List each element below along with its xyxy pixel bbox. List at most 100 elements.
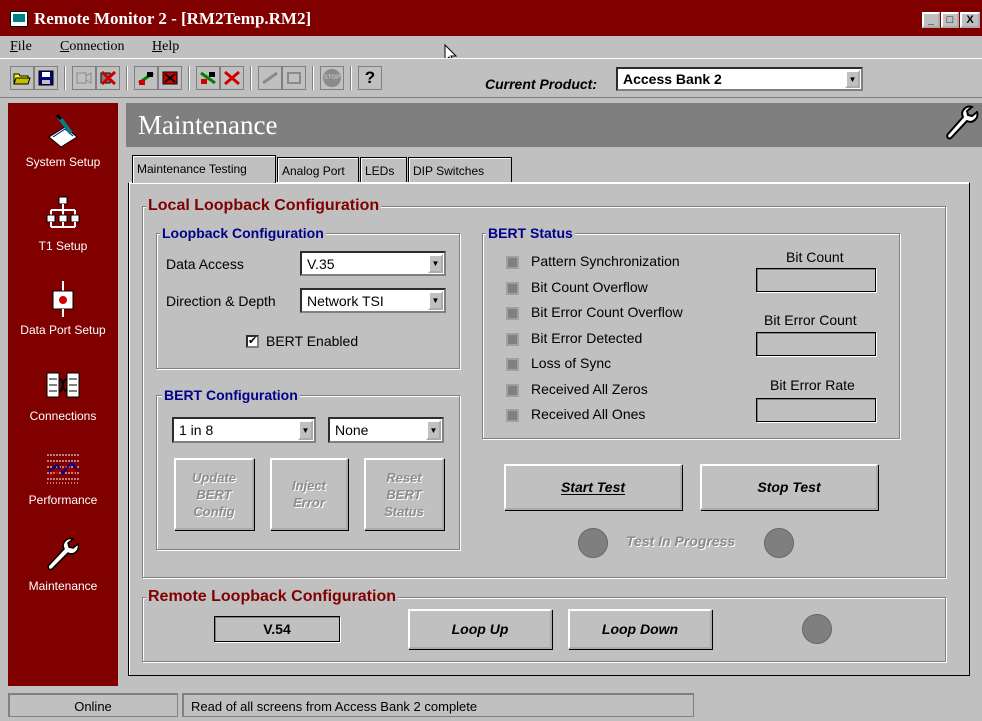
network-tree-icon	[43, 195, 83, 235]
remote-loopback-led	[802, 614, 832, 644]
disabled-receive-icon[interactable]	[282, 66, 306, 90]
chevron-down-icon[interactable]: ▼	[428, 291, 443, 310]
bert-indicator-label: Pattern Synchronization	[531, 253, 680, 269]
close-button[interactable]: X	[960, 12, 980, 28]
chevron-down-icon[interactable]: ▼	[426, 420, 441, 440]
local-loopback-title: Local Loopback Configuration	[146, 197, 382, 215]
sidebar-item-t1-setup[interactable]: T1 Setup	[8, 195, 118, 253]
loop-up-button[interactable]: Loop Up	[408, 609, 552, 649]
maximize-button[interactable]: □	[941, 12, 959, 28]
current-product-select[interactable]: Access Bank 2 ▼	[616, 67, 863, 91]
test-progress-led-right	[764, 528, 794, 558]
menu-help[interactable]: Help	[152, 39, 179, 55]
window-title: Remote Monitor 2 - [RM2Temp.RM2]	[34, 9, 312, 28]
tab-leds[interactable]: LEDs	[360, 157, 407, 182]
chevron-down-icon[interactable]: ▼	[428, 254, 443, 273]
bit-count-field	[756, 268, 876, 292]
bert-indicator-led	[506, 307, 519, 320]
connections-icon	[43, 365, 83, 405]
tab-analog-port[interactable]: Analog Port	[277, 157, 359, 182]
status-message: Read of all screens from Access Bank 2 c…	[182, 693, 694, 717]
direction-depth-select[interactable]: Network TSI ▼	[300, 288, 446, 313]
page-title: Maintenance	[138, 110, 278, 140]
bert-error-value: None	[335, 422, 369, 438]
bit-count-label: Bit Count	[786, 249, 844, 265]
stop-upload-icon[interactable]	[158, 66, 182, 90]
sidebar-item-maintenance[interactable]: Maintenance	[8, 535, 118, 593]
inject-error-button[interactable]: Inject Error	[270, 458, 348, 530]
disabled-connect-icon[interactable]	[72, 66, 96, 90]
disconnect-icon[interactable]	[96, 66, 120, 90]
connection-status: Online	[8, 693, 178, 717]
status-bar: Online Read of all screens from Access B…	[0, 688, 982, 721]
remote-loopback-title: Remote Loopback Configuration	[146, 588, 398, 606]
wrench-icon	[946, 105, 979, 140]
stop-test-button[interactable]: Stop Test	[700, 464, 878, 510]
disabled-send-icon[interactable]	[258, 66, 282, 90]
sidebar: System Setup T1 Setup Data Port Setup Co…	[8, 103, 118, 686]
bit-error-rate-label: Bit Error Rate	[770, 377, 855, 393]
data-port-icon	[43, 279, 83, 319]
stop-test-label: Stop Test	[757, 479, 821, 495]
bert-indicator-led	[506, 333, 519, 346]
current-product-value: Access Bank 2	[623, 71, 722, 87]
title-bar: Remote Monitor 2 - [RM2Temp.RM2] _ □ X	[0, 0, 982, 36]
bert-indicator-label: Received All Ones	[531, 406, 646, 422]
sidebar-item-label: Connections	[29, 409, 97, 423]
stop-icon[interactable]: STOP	[320, 66, 344, 90]
wrench-icon	[43, 535, 83, 575]
loop-down-button[interactable]: Loop Down	[568, 609, 712, 649]
bert-pattern-value: 1 in 8	[179, 422, 214, 438]
bert-indicator-led	[506, 384, 519, 397]
bert-indicator-label: Loss of Sync	[531, 355, 612, 371]
bert-error-select[interactable]: None ▼	[328, 417, 444, 443]
app-icon[interactable]	[10, 11, 28, 27]
bert-indicator-led	[506, 409, 519, 422]
sidebar-item-label: Data Port Setup	[20, 323, 106, 337]
chevron-down-icon[interactable]: ▼	[845, 70, 860, 88]
sidebar-item-performance[interactable]: Performance	[8, 449, 118, 507]
bert-config-title: BERT Configuration	[162, 387, 300, 403]
toolbar: STOP ? Current Product: Access Bank 2 ▼	[0, 58, 982, 98]
current-product-label: Current Product:	[485, 76, 597, 92]
download-icon[interactable]	[196, 66, 220, 90]
menu-file[interactable]: File	[10, 39, 32, 55]
bert-indicator-label: Received All Zeros	[531, 381, 648, 397]
bert-indicator-led	[506, 358, 519, 371]
sidebar-item-system-setup[interactable]: System Setup	[8, 111, 118, 169]
reset-bert-status-button[interactable]: Reset BERT Status	[364, 458, 444, 530]
bert-pattern-select[interactable]: 1 in 8 ▼	[172, 417, 316, 443]
test-progress-led-left	[578, 528, 608, 558]
chevron-down-icon[interactable]: ▼	[298, 420, 313, 440]
cancel-download-icon[interactable]	[220, 66, 244, 90]
upload-icon[interactable]	[134, 66, 158, 90]
direction-depth-label: Direction & Depth	[166, 293, 276, 309]
performance-chart-icon	[43, 449, 83, 489]
bit-error-rate-field	[756, 398, 876, 422]
sidebar-item-label: Maintenance	[28, 579, 98, 593]
tab-dip-switches[interactable]: DIP Switches	[408, 157, 512, 182]
start-test-label: Start Test	[560, 479, 626, 495]
menu-connection[interactable]: Connection	[60, 39, 125, 55]
tab-maintenance-testing[interactable]: Maintenance Testing	[132, 155, 276, 183]
notepad-icon	[43, 111, 83, 151]
sidebar-item-data-port-setup[interactable]: Data Port Setup	[8, 279, 118, 337]
update-bert-config-button[interactable]: Update BERT Config	[174, 458, 254, 530]
bert-indicator-label: Bit Error Detected	[531, 330, 643, 346]
help-icon[interactable]: ?	[358, 66, 382, 90]
test-in-progress-label: Test In Progress	[626, 533, 736, 549]
open-folder-icon[interactable]	[10, 66, 34, 90]
direction-depth-value: Network TSI	[307, 292, 384, 309]
remote-loopback-value: V.54	[214, 616, 340, 642]
bert-enabled-label: BERT Enabled	[266, 333, 359, 349]
sidebar-item-label: Performance	[28, 493, 98, 507]
menu-bar: File Connection Help	[0, 36, 982, 58]
save-icon[interactable]	[34, 66, 58, 90]
minimize-button[interactable]: _	[922, 12, 940, 28]
start-test-button[interactable]: Start Test	[504, 464, 682, 510]
sidebar-item-label: System Setup	[25, 155, 101, 169]
data-access-select[interactable]: V.35 ▼	[300, 251, 446, 276]
sidebar-item-connections[interactable]: Connections	[8, 365, 118, 423]
bert-enabled-checkbox[interactable]: ✔	[246, 335, 259, 348]
loopback-config-title: Loopback Configuration	[160, 225, 326, 241]
